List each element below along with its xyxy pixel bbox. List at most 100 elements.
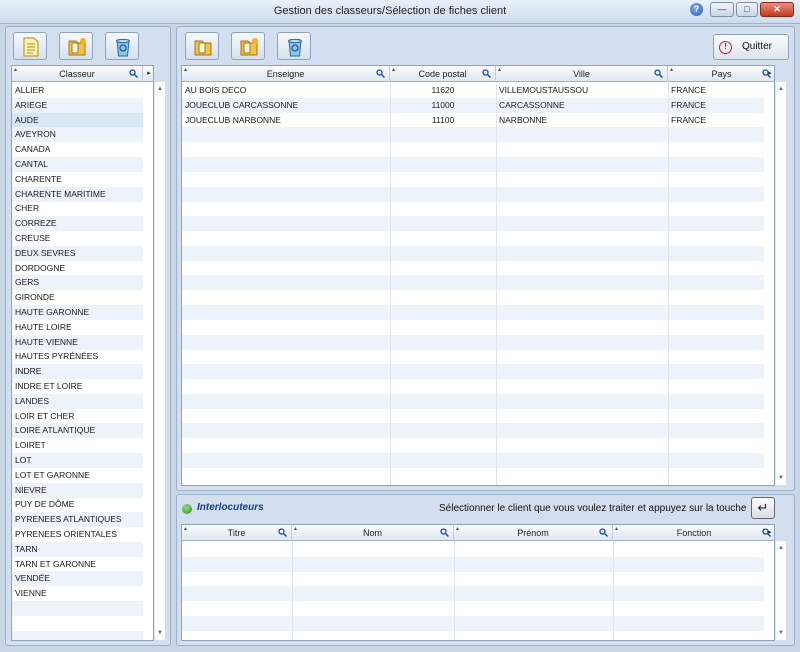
help-icon[interactable]: ? [690, 3, 703, 16]
search-icon[interactable] [599, 528, 608, 537]
list-item-label: VENDÉE [15, 573, 50, 584]
close-button[interactable]: ✕ [760, 2, 794, 17]
table-row[interactable]: JOUECLUB NARBONNE 11100 NARBONNE FRANCE [182, 113, 764, 128]
list-item[interactable]: DEUX SEVRES [12, 245, 143, 261]
list-item[interactable]: GERS [12, 275, 143, 291]
column-header-enseigne[interactable]: ▴ Enseigne [182, 66, 390, 82]
list-item[interactable]: TARN [12, 541, 143, 557]
list-item-label: AVEYRON [15, 129, 56, 140]
column-header-prenom[interactable]: ▴ Prénom [454, 525, 613, 541]
table-row[interactable]: JOUECLUB CARCASSONNE 11000 CARCASSONNE FRAN… [182, 97, 764, 113]
column-header-classeur[interactable]: ▴ Classeur [12, 66, 143, 82]
empty-row [182, 556, 764, 572]
list-item[interactable]: AVEYRON [12, 127, 143, 143]
list-item[interactable]: ARIEGE [12, 97, 143, 113]
list-item[interactable]: CHARENTE MARITIME [12, 186, 143, 202]
delete-classeur-button[interactable] [105, 32, 139, 60]
list-item[interactable]: LOIR ET CHER [12, 409, 143, 424]
search-icon[interactable] [654, 69, 663, 78]
list-item-label: LOT ET GARONNE [15, 469, 90, 480]
scroll-up-icon[interactable]: ▲ [776, 84, 786, 94]
new-document-icon [23, 37, 39, 57]
list-item[interactable]: LOT [12, 453, 143, 468]
search-icon[interactable] [482, 69, 491, 78]
chevron-right-icon[interactable]: ▸ [764, 525, 774, 541]
enter-key-icon[interactable]: ↵ [751, 497, 775, 519]
list-item[interactable]: INDRE ET LOIRE [12, 379, 143, 394]
cell-code-postal: 11620 [431, 85, 455, 95]
list-item-label: GIRONDE [15, 292, 55, 303]
list-item[interactable]: CHER [12, 201, 143, 216]
search-icon[interactable] [440, 528, 449, 537]
scroll-up-icon[interactable]: ▲ [155, 84, 165, 94]
empty-row [182, 186, 764, 202]
list-item-label: CHARENTE MARITIME [15, 188, 106, 199]
list-item[interactable]: CANADA [12, 142, 143, 157]
delete-client-button[interactable] [277, 32, 311, 60]
list-item-label: TARN ET GARONNE [15, 558, 96, 569]
classeur-scrollbar[interactable]: ▲ ▼ [154, 82, 165, 640]
chevron-right-icon[interactable]: ▸ [764, 66, 774, 82]
contacts-scrollbar[interactable]: ▲ ▼ [775, 541, 786, 640]
new-folder-icon [240, 38, 258, 56]
empty-row [182, 542, 764, 557]
scroll-down-icon[interactable]: ▼ [776, 473, 786, 483]
column-divider [292, 541, 293, 640]
column-header-fonction[interactable]: ▴ Fonction [613, 525, 774, 541]
column-header-label: Code postal [418, 69, 467, 79]
list-item[interactable]: INDRE [12, 364, 143, 380]
list-item[interactable]: HAUTES PYRÉNÉES [12, 349, 143, 364]
scroll-down-icon[interactable]: ▼ [155, 628, 165, 638]
minimize-button[interactable]: — [710, 2, 734, 17]
maximize-button[interactable]: □ [736, 2, 758, 17]
list-item[interactable]: CANTAL [12, 157, 143, 172]
table-row[interactable]: AU BOIS DECO 11620 VILLEMOUSTAUSSOU FRANCE [182, 83, 764, 98]
search-icon[interactable] [129, 69, 138, 78]
list-item-label: HAUTE GARONNE [15, 307, 90, 317]
list-item[interactable]: HAUTE VIENNE [12, 334, 143, 350]
list-item[interactable]: LOIRE ATLANTIQUE [12, 423, 143, 439]
search-icon[interactable] [376, 69, 385, 78]
list-item[interactable]: DORDOGNE [12, 261, 143, 276]
list-item[interactable]: ALLIER [12, 83, 143, 98]
list-item[interactable]: NIEVRE [12, 482, 143, 498]
list-item[interactable]: PYRENEES ATLANTIQUES [12, 512, 143, 528]
cell-ville: CARCASSONNE [499, 99, 565, 110]
column-header-titre[interactable]: ▴ Titre [182, 525, 292, 541]
list-item[interactable]: VIENNE [12, 586, 143, 601]
list-item[interactable]: AUDE [12, 112, 143, 128]
list-item[interactable]: LANDES [12, 393, 143, 409]
empty-row [182, 172, 764, 187]
column-header-ville[interactable]: ▴ Ville [496, 66, 668, 82]
open-client-button[interactable] [185, 32, 219, 60]
scroll-up-icon[interactable]: ▲ [776, 543, 786, 553]
list-item-label: TARN [15, 543, 38, 554]
new-classeur-button[interactable] [13, 32, 47, 60]
column-header-code-postal[interactable]: ▴ Code postal [390, 66, 496, 82]
stop-icon: ! [719, 41, 732, 54]
chevron-right-icon[interactable]: ▸ [143, 66, 153, 82]
list-item[interactable]: LOT ET GARONNE [12, 468, 143, 483]
list-item[interactable]: GIRONDE [12, 290, 143, 305]
list-item[interactable]: CREUSE [12, 231, 143, 246]
list-item[interactable]: CORREZE [12, 216, 143, 232]
scroll-down-icon[interactable]: ▼ [776, 628, 786, 638]
search-icon[interactable] [278, 528, 287, 537]
quit-button[interactable]: ! Quitter [713, 34, 789, 60]
list-item[interactable]: VENDÉE [12, 571, 143, 587]
clients-scrollbar[interactable]: ▲ ▼ [775, 82, 786, 485]
list-item[interactable]: PUY DE DÔME [12, 497, 143, 512]
list-item[interactable]: PYRENEES ORIENTALES [12, 527, 143, 542]
list-item[interactable]: HAUTE LOIRE [12, 320, 143, 335]
column-header-pays[interactable]: ▴ Pays [668, 66, 774, 82]
add-client-button[interactable] [231, 32, 265, 60]
list-item[interactable]: HAUTE GARONNE [12, 305, 143, 320]
cell-enseigne: AU BOIS DECO [185, 85, 247, 95]
list-item[interactable]: CHARENTE [12, 172, 143, 187]
cell-code-postal: 11100 [431, 114, 455, 125]
column-header-nom[interactable]: ▴ Nom [292, 525, 454, 541]
cell-ville: NARBONNE [499, 114, 548, 125]
add-classeur-button[interactable] [59, 32, 93, 60]
list-item[interactable]: LOIRET [12, 438, 143, 453]
list-item[interactable]: TARN ET GARONNE [12, 557, 143, 572]
